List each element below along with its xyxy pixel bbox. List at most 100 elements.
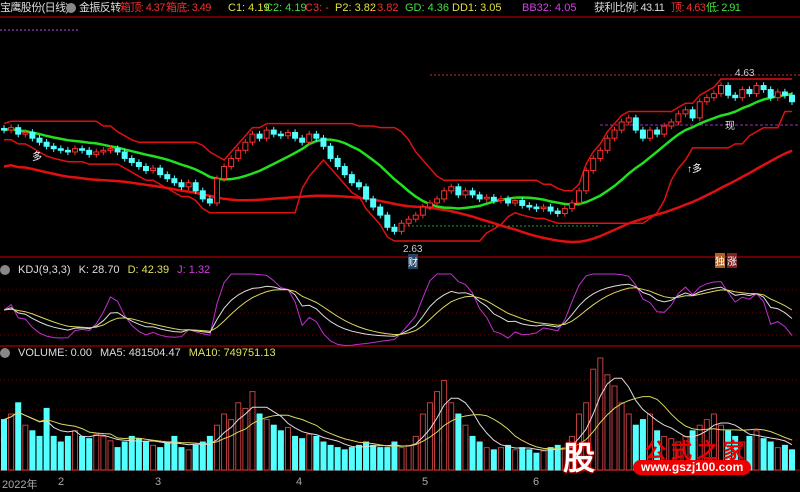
candle — [377, 206, 384, 216]
volume-bar — [327, 444, 334, 471]
volume-bar — [348, 447, 355, 471]
indicator-menu-icon[interactable] — [66, 3, 76, 13]
volume-bar — [384, 447, 391, 471]
volume-ma10: MA10: 749751.13 — [188, 347, 276, 359]
candle — [767, 89, 774, 99]
bb32-value: BB32: 4.05 — [522, 2, 577, 14]
kdj-menu-icon[interactable] — [0, 265, 10, 275]
candle — [639, 129, 646, 139]
candle — [583, 170, 590, 192]
volume-bar — [142, 441, 149, 471]
candle — [1, 127, 7, 131]
kdj-k: K: 28.70 — [78, 264, 120, 276]
candle — [391, 226, 398, 232]
candle — [533, 206, 540, 210]
volume-bar — [469, 435, 476, 471]
axis-label: 5 — [422, 476, 429, 488]
indicator-name[interactable]: 金振反转 — [79, 0, 121, 16]
watermark-logo: 股 — [563, 439, 596, 477]
volume-bar — [43, 407, 50, 471]
candle — [206, 198, 213, 204]
volume-bar — [86, 438, 93, 471]
zhang-badge[interactable]: 涨 — [727, 253, 737, 268]
candle — [256, 133, 263, 139]
p2-value: P2: 3.82 — [335, 2, 376, 14]
candle — [43, 141, 50, 147]
volume-bar — [150, 444, 157, 471]
volume-bar — [135, 438, 142, 471]
candle — [703, 97, 710, 103]
volume-bar — [93, 433, 100, 471]
candle — [625, 117, 632, 123]
c1-value: C1: 4.19 — [228, 2, 270, 14]
volume-menu-icon[interactable] — [0, 348, 10, 358]
candle — [107, 148, 114, 151]
candle — [79, 148, 86, 151]
candle — [363, 186, 370, 200]
volume-bar — [178, 447, 185, 471]
candle — [434, 198, 441, 204]
axis-label: 6 — [533, 476, 540, 488]
volume-bar — [405, 444, 412, 471]
candle — [718, 85, 725, 95]
candle — [128, 157, 135, 163]
candle — [341, 166, 348, 176]
candle — [568, 202, 575, 210]
axis-label: 2 — [58, 476, 65, 488]
volume-bar — [355, 444, 362, 471]
volume-bar — [100, 435, 107, 471]
candle — [455, 186, 462, 196]
candle — [334, 157, 341, 168]
price-chart[interactable] — [0, 0, 800, 490]
volume-bar — [235, 402, 242, 471]
volume-bar — [299, 438, 306, 471]
candle — [8, 127, 15, 131]
c2-value: C2: 4.19 — [265, 2, 307, 14]
kdj-name[interactable]: KDJ(9,3,3) — [18, 262, 71, 278]
profit-ratio: 获利比例: 43.11 — [594, 2, 665, 14]
candle — [419, 206, 426, 216]
candle — [157, 167, 164, 176]
candle — [490, 196, 497, 202]
volume-bar — [242, 407, 249, 471]
candle — [142, 166, 149, 172]
candle — [299, 137, 306, 143]
volume-bar — [455, 413, 462, 471]
candle — [462, 190, 469, 196]
candle — [668, 121, 675, 127]
volume-bar — [270, 424, 277, 471]
volume-bar — [483, 447, 490, 471]
candle — [71, 148, 78, 153]
volume-ma5: MA5: 481504.47 — [99, 347, 181, 359]
candle — [57, 148, 64, 151]
candle — [313, 133, 320, 139]
finance-badge[interactable]: 财 — [408, 254, 418, 269]
volume-bar — [490, 449, 497, 471]
box-top: 箱顶: 4.37 — [120, 2, 165, 14]
candle — [441, 190, 448, 200]
volume-bar — [377, 447, 384, 471]
volume-bar — [533, 452, 540, 471]
watermark-url: www.gszj100.com — [633, 460, 752, 475]
box-bottom: 箱底: 3.49 — [166, 2, 211, 14]
volume-bar — [22, 424, 29, 471]
candle — [689, 109, 696, 119]
candle — [320, 137, 327, 147]
volume-bar — [1, 419, 7, 471]
volume-bar — [256, 413, 263, 471]
kdj-header: KDJ(9,3,3) K: 28.70 D: 42.39 J: 1.32 — [0, 262, 210, 278]
candle — [22, 132, 29, 135]
candle — [618, 121, 625, 131]
candle — [732, 94, 739, 99]
candle — [519, 200, 526, 206]
volume-bar — [71, 430, 78, 471]
volume-name[interactable]: VOLUME: 0.00 — [18, 345, 92, 361]
candle — [781, 91, 788, 96]
candle — [647, 129, 654, 139]
low-value: 低: 2.91 — [706, 2, 741, 14]
box-bottom-line — [4, 110, 792, 242]
volume-bar — [462, 424, 469, 471]
high-value: 顶: 4.63 — [671, 2, 706, 14]
du-badge[interactable]: 独 — [715, 253, 725, 268]
candle — [50, 145, 57, 150]
